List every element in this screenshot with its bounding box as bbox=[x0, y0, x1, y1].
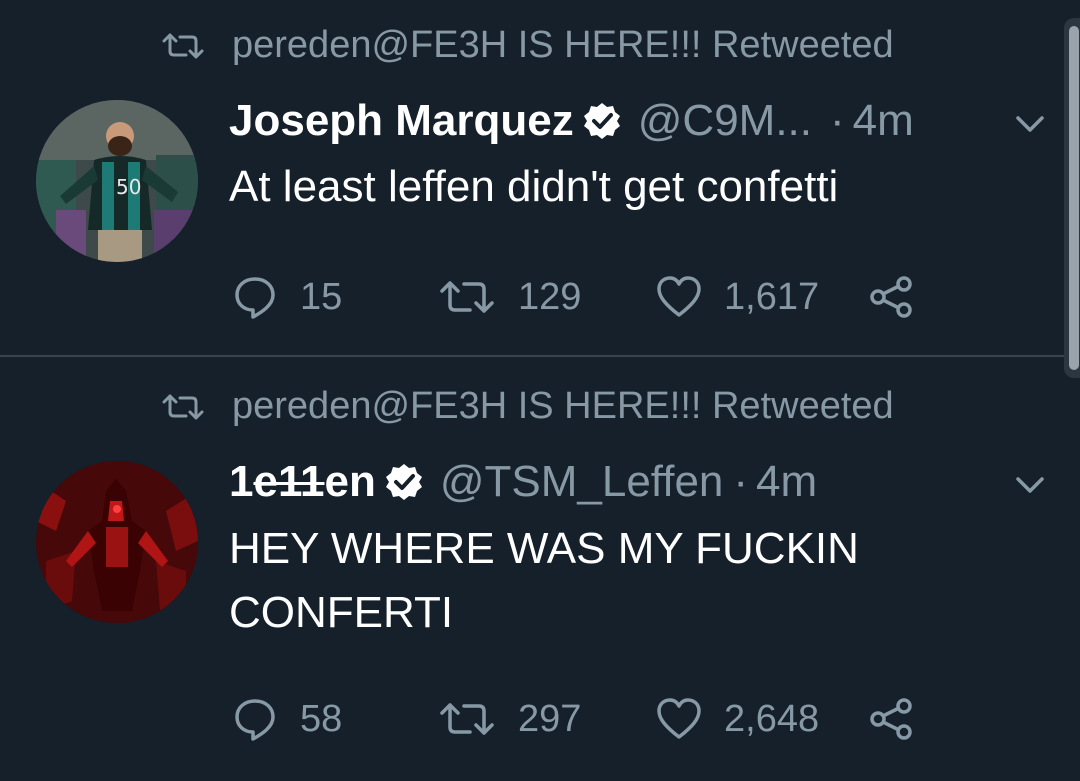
like-count: 2,648 bbox=[724, 697, 820, 740]
display-name[interactable]: 1e11en bbox=[229, 457, 376, 507]
verified-badge-icon bbox=[385, 464, 422, 500]
share-icon bbox=[870, 276, 912, 318]
timeline: pereden@FE3H IS HERE!!! Retweeted 50 Jos… bbox=[0, 0, 1080, 781]
reply-icon bbox=[235, 699, 275, 741]
reply-button[interactable]: 58 bbox=[232, 694, 342, 744]
retweet-icon bbox=[440, 703, 494, 735]
display-name-part: en bbox=[324, 457, 376, 506]
tweet-text: At least leffen didn't get confetti bbox=[229, 158, 989, 216]
tweet-text-line: At least leffen didn't get confetti bbox=[229, 162, 839, 211]
display-name-struck: e11 bbox=[253, 457, 325, 506]
heart-icon bbox=[657, 276, 701, 317]
tweet-actions: 58 297 2,648 bbox=[232, 694, 932, 744]
tweet-actions: 15 129 1,617 bbox=[232, 272, 932, 322]
retweet-banner: pereden@FE3H IS HERE!!! Retweeted bbox=[160, 24, 894, 67]
tweet-text-line: HEY WHERE WAS MY FUCKIN bbox=[229, 524, 859, 573]
handle[interactable]: @C9M... bbox=[638, 96, 812, 146]
reply-count: 15 bbox=[300, 275, 343, 318]
avatar[interactable]: 50 bbox=[36, 100, 198, 262]
separator: · bbox=[830, 96, 845, 145]
tweet-text: HEY WHERE WAS MY FUCKIN CONFERTI bbox=[229, 517, 989, 645]
share-button[interactable] bbox=[868, 694, 914, 744]
retweet-count: 297 bbox=[518, 697, 582, 740]
tweet[interactable]: pereden@FE3H IS HERE!!! Retweeted 50 Jos… bbox=[0, 0, 1080, 356]
timestamp[interactable]: 4m bbox=[853, 96, 914, 146]
like-button[interactable]: 1,617 bbox=[656, 272, 819, 322]
like-button[interactable]: 2,648 bbox=[656, 694, 819, 744]
handle[interactable]: @TSM_Leffen bbox=[440, 457, 724, 507]
retweet-button[interactable]: 129 bbox=[438, 272, 581, 322]
tweet-header: 1e11en @TSM_Leffen · 4m bbox=[229, 457, 817, 507]
retweet-banner: pereden@FE3H IS HERE!!! Retweeted bbox=[160, 385, 894, 428]
display-name[interactable]: Joseph Marquez bbox=[229, 96, 574, 146]
reply-button[interactable]: 15 bbox=[232, 272, 342, 322]
timestamp[interactable]: 4m bbox=[756, 457, 817, 507]
red-mecha-avatar bbox=[36, 461, 198, 623]
heart-icon bbox=[657, 698, 701, 739]
scrollbar-thumb[interactable] bbox=[1069, 26, 1079, 370]
retweet-count: 129 bbox=[518, 275, 582, 318]
retweet-button[interactable]: 297 bbox=[438, 694, 581, 744]
reply-icon bbox=[235, 277, 275, 319]
tweet[interactable]: pereden@FE3H IS HERE!!! Retweeted 1e11en bbox=[0, 357, 1080, 781]
retweet-icon bbox=[162, 394, 204, 419]
chevron-down-icon[interactable] bbox=[1010, 110, 1050, 140]
scrollbar[interactable] bbox=[1064, 18, 1080, 378]
separator: · bbox=[733, 457, 749, 506]
like-count: 1,617 bbox=[724, 275, 820, 318]
reply-count: 58 bbox=[300, 697, 343, 740]
avatar[interactable] bbox=[36, 461, 198, 623]
man-in-eagles-jersey-avatar: 50 bbox=[36, 100, 198, 262]
share-icon bbox=[870, 698, 912, 740]
display-name-part: 1 bbox=[229, 457, 254, 506]
retweet-icon bbox=[440, 281, 494, 313]
retweet-banner-text[interactable]: pereden@FE3H IS HERE!!! Retweeted bbox=[232, 385, 894, 428]
retweet-banner-text[interactable]: pereden@FE3H IS HERE!!! Retweeted bbox=[232, 24, 894, 67]
share-button[interactable] bbox=[868, 272, 914, 322]
chevron-down-icon[interactable] bbox=[1010, 471, 1050, 501]
verified-badge-icon bbox=[583, 103, 620, 139]
tweet-header: Joseph Marquez @C9M... · 4m bbox=[229, 96, 914, 146]
retweet-icon bbox=[162, 33, 204, 58]
tweet-text-line: CONFERTI bbox=[229, 588, 454, 637]
svg-text:50: 50 bbox=[116, 175, 141, 199]
